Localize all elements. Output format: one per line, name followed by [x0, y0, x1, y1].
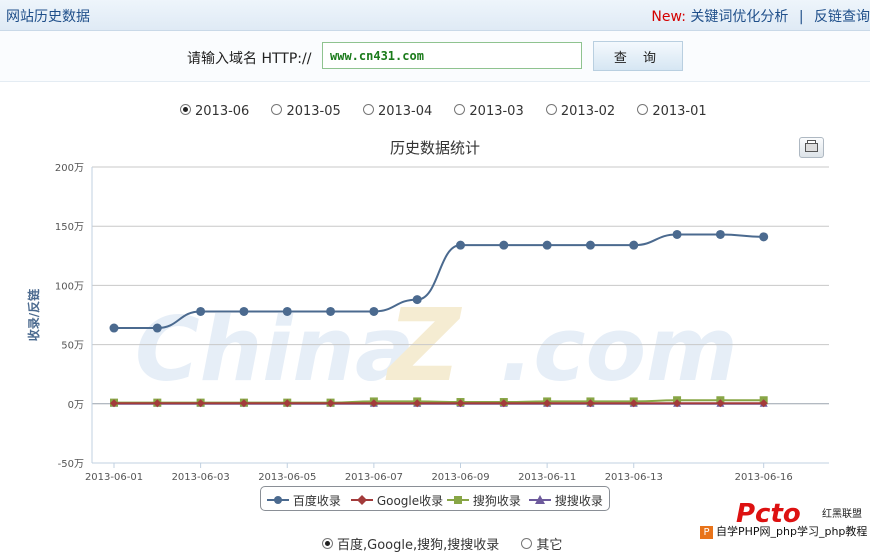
data-point	[585, 240, 595, 250]
legend-diamond-icon	[351, 495, 373, 505]
data-point	[369, 306, 379, 316]
site-watermark: Pcto 红黑联盟 P 自学PHP网_php学习_php教程	[700, 497, 870, 546]
x-tick-label: 2013-06-09	[431, 472, 489, 483]
watermark-brand-small: 红黑联盟	[822, 509, 862, 520]
data-point	[759, 232, 769, 242]
legend-item[interactable]: 百度收录	[267, 492, 341, 509]
x-tick-label: 2013-06-05	[258, 472, 316, 483]
data-point	[109, 323, 119, 333]
data-point	[499, 240, 509, 250]
data-point	[542, 240, 552, 250]
legend-circle-icon	[267, 496, 289, 504]
x-tick-label: 2013-06-03	[172, 472, 230, 483]
legend-item[interactable]: 搜狗收录	[447, 492, 521, 509]
data-point	[629, 240, 639, 250]
y-tick-label: 50万	[61, 341, 84, 352]
y-tick-label: 200万	[55, 163, 84, 174]
y-tick-label: 150万	[55, 222, 84, 233]
legend-triangle-icon	[529, 495, 551, 504]
x-tick-label: 2013-06-01	[85, 472, 143, 483]
y-tick-label: -50万	[58, 459, 84, 470]
chart-legend: 百度收录 Google收录 搜狗收录 搜搜收录	[260, 486, 610, 511]
y-tick-label: 0万	[68, 400, 84, 411]
y-tick-label: 100万	[55, 281, 84, 292]
chart-watermark-com: .com	[500, 298, 738, 401]
radio-icon[interactable]	[521, 538, 533, 549]
legend-square-icon	[447, 496, 469, 504]
php-logo-icon: P	[700, 526, 713, 539]
watermark-bar: P 自学PHP网_php学习_php教程	[700, 523, 870, 541]
line-chart: ChinaZ .com-50万0万50万100万150万200万2013-06-0…	[26, 163, 829, 483]
filter-option[interactable]: 其它	[521, 534, 562, 553]
y-axis-label: 收录/反链	[26, 288, 41, 341]
x-tick-label: 2013-06-07	[345, 472, 403, 483]
data-point	[282, 306, 292, 316]
data-point	[715, 229, 725, 239]
data-point	[196, 306, 206, 316]
data-point	[672, 229, 682, 239]
x-tick-label: 2013-06-16	[735, 472, 793, 483]
data-point	[326, 306, 336, 316]
legend-item[interactable]: Google收录	[351, 492, 443, 509]
data-point	[412, 295, 422, 305]
legend-item[interactable]: 搜搜收录	[529, 492, 603, 509]
filter-option[interactable]: 百度,Google,搜狗,搜搜收录	[322, 534, 499, 553]
x-tick-label: 2013-06-11	[518, 472, 576, 483]
data-point	[239, 306, 249, 316]
radio-selected-icon[interactable]	[322, 538, 333, 549]
series-filter: 百度,Google,搜狗,搜搜收录 其它	[322, 534, 580, 553]
data-point	[152, 323, 162, 333]
data-point	[456, 240, 465, 250]
x-tick-label: 2013-06-13	[605, 472, 663, 483]
